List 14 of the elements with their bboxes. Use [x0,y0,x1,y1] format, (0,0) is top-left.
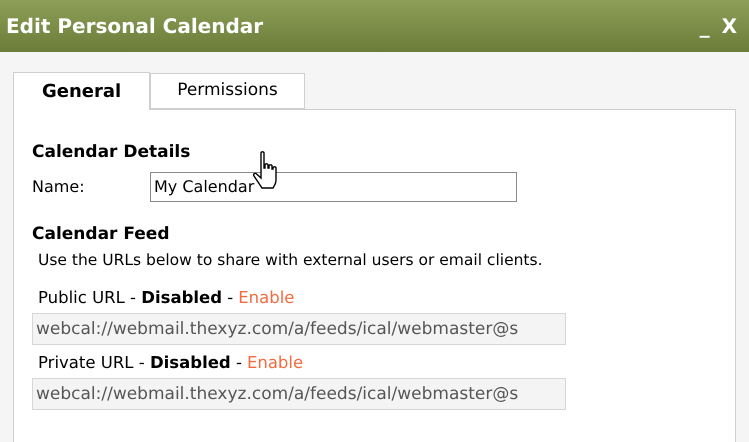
section-heading: Calendar Feed [32,222,171,246]
url-field[interactable]: webcal://webmail.thexyz.com/a/feeds/ical/webmaster@s [32,378,566,410]
tab[interactable]: General [13,72,150,110]
section-heading: Calendar Details [32,141,192,164]
name-field[interactable]: My Calendar [150,172,517,202]
minimize-button[interactable]: _ [694,16,716,36]
feed-status: Public URL - Disabled - [38,287,234,310]
feed-status: Private URL - Disabled - [38,352,242,374]
close-button[interactable]: X [716,16,743,36]
tab[interactable]: Permissions [150,73,305,109]
url-field[interactable]: webcal://webmail.thexyz.com/a/feeds/ical/webmaster@s [32,313,566,345]
name-label: Name: [32,176,86,198]
window-title: Edit Personal Calendar [6,13,264,40]
description: Use the URLs below to share with external users or email clients. [38,250,544,271]
